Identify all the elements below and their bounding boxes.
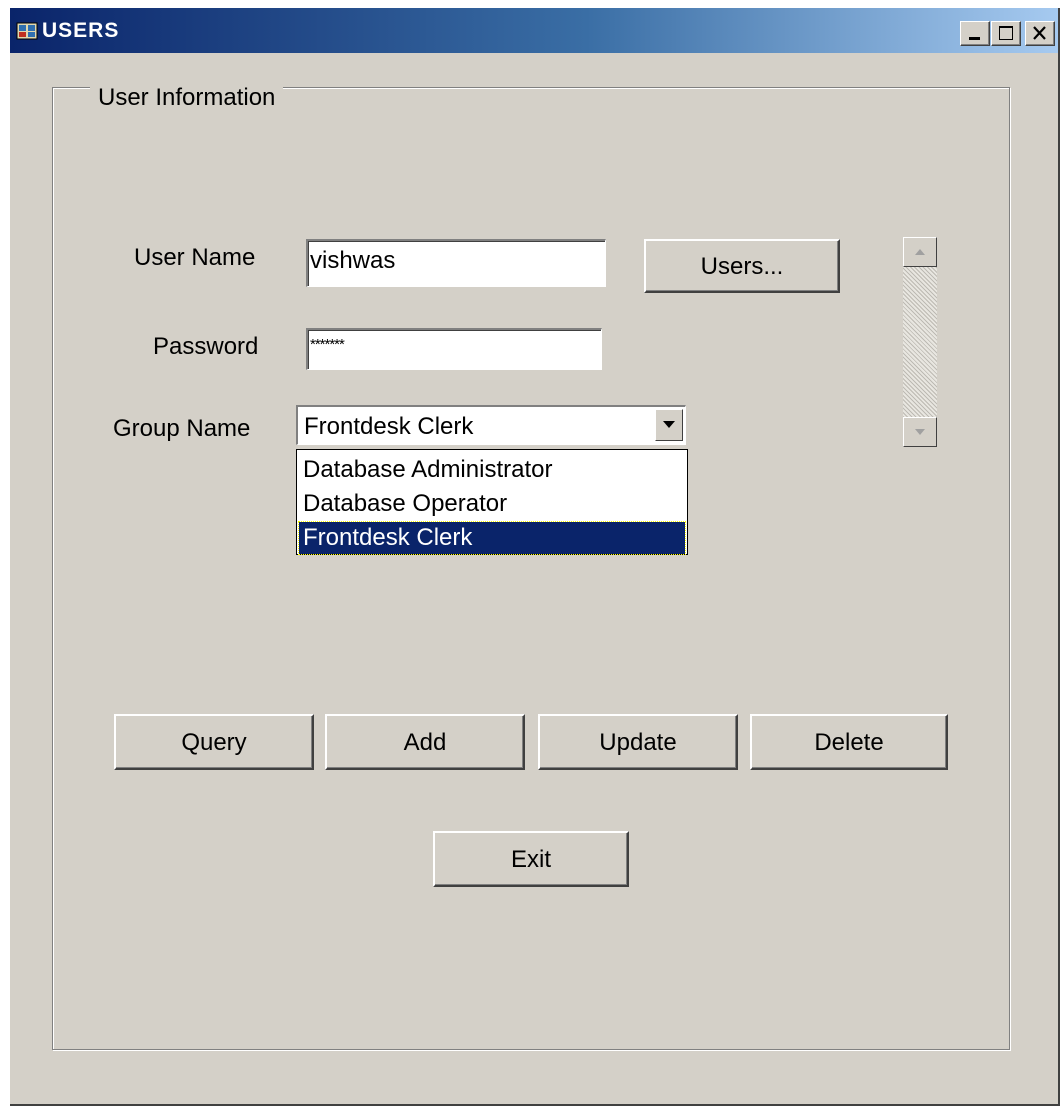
maximize-icon xyxy=(999,26,1013,40)
query-button[interactable]: Query xyxy=(114,714,314,770)
maximize-button[interactable] xyxy=(991,21,1021,46)
minimize-icon xyxy=(969,37,980,40)
option-frontdesk-clerk[interactable]: Frontdesk Clerk xyxy=(298,521,686,555)
user-information-groupbox xyxy=(52,87,1010,1050)
group-name-value: Frontdesk Clerk xyxy=(304,413,474,440)
password-input[interactable]: ******* xyxy=(306,328,602,370)
scroll-down-button[interactable] xyxy=(903,417,937,447)
password-label: Password xyxy=(153,333,259,360)
option-database-administrator[interactable]: Database Administrator xyxy=(299,454,685,486)
dropdown-button[interactable] xyxy=(655,409,683,441)
delete-button[interactable]: Delete xyxy=(750,714,948,770)
vertical-scrollbar[interactable] xyxy=(903,237,937,447)
title-bar[interactable]: USERS xyxy=(10,8,1058,53)
group-name-label: Group Name xyxy=(113,415,251,442)
group-name-dropdown-list[interactable]: Database Administrator Database Operator… xyxy=(296,449,688,555)
close-button[interactable] xyxy=(1025,21,1055,46)
exit-button[interactable]: Exit xyxy=(433,831,629,887)
app-icon xyxy=(16,22,38,40)
user-name-label: User Name xyxy=(134,244,256,271)
minimize-button[interactable] xyxy=(960,21,990,46)
window-title: USERS xyxy=(42,19,120,42)
groupbox-label: User Information xyxy=(90,84,284,112)
group-name-select[interactable]: Frontdesk Clerk xyxy=(296,405,686,445)
chevron-down-icon xyxy=(915,429,925,435)
add-button[interactable]: Add xyxy=(325,714,525,770)
user-name-input[interactable]: vishwas xyxy=(306,239,606,287)
chevron-up-icon xyxy=(915,249,925,255)
chevron-down-icon xyxy=(663,421,675,428)
update-button[interactable]: Update xyxy=(538,714,738,770)
close-icon xyxy=(1033,26,1046,40)
users-lookup-button[interactable]: Users... xyxy=(644,239,840,293)
scroll-up-button[interactable] xyxy=(903,237,937,267)
option-database-operator[interactable]: Database Operator xyxy=(299,488,685,520)
